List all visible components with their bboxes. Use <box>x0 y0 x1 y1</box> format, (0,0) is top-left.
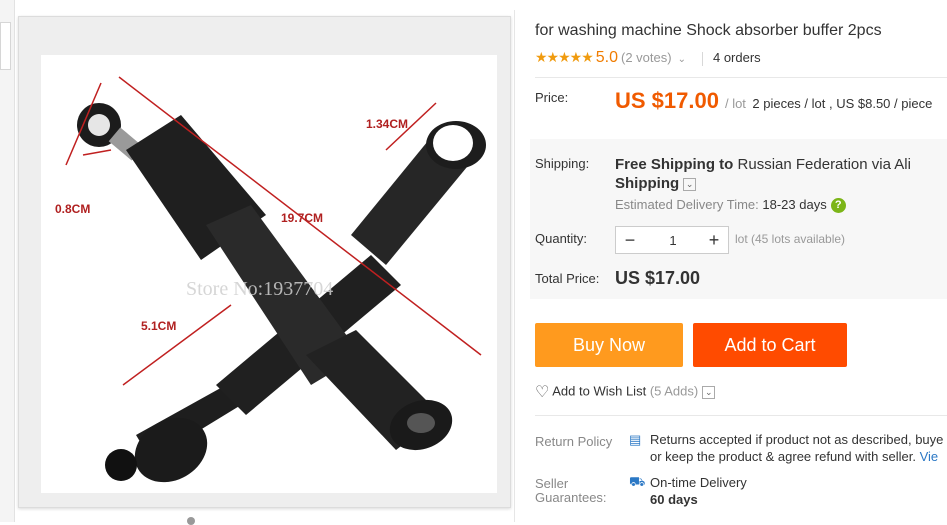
quantity-input[interactable] <box>644 229 702 251</box>
divider <box>535 77 947 78</box>
rating-value: 5.0 <box>595 49 619 66</box>
shipping-method[interactable]: Shipping ⌄ <box>615 175 697 192</box>
quantity-increase-button[interactable]: + <box>700 227 728 253</box>
seller-guarantees-label-2: Guarantees: <box>535 490 607 505</box>
dimension-label: 0.8CM <box>55 202 90 216</box>
delivery-label: Estimated Delivery Time: <box>615 197 759 212</box>
column-divider <box>514 10 515 522</box>
heart-icon[interactable]: ♡ <box>535 384 549 401</box>
votes-link[interactable]: (2 votes) <box>621 50 672 65</box>
wish-list-label[interactable]: Add to Wish List <box>552 383 646 398</box>
dimension-label: 5.1CM <box>141 319 176 333</box>
shipping-info: Free Shipping to Russian Federation via … <box>615 156 911 173</box>
ontime-delivery-text: On-time Delivery <box>650 475 747 490</box>
shipping-destination[interactable]: Russian Federation via Ali <box>738 156 911 173</box>
quantity-decrease-button[interactable]: − <box>616 227 644 253</box>
ontime-delivery-days: 60 days <box>650 492 698 507</box>
rating-stars-icon: ★★★★★ <box>535 49 594 65</box>
quantity-available: lot (45 lots available) <box>735 232 846 246</box>
price-row: US $17.00 / lot 2 pieces / lot , US $8.50… <box>615 88 932 114</box>
return-policy-label: Return Policy <box>535 434 613 449</box>
shipping-label: Shipping: <box>535 156 590 171</box>
gallery-indicator-dot[interactable] <box>187 517 195 525</box>
product-title: for washing machine Shock absorber buffe… <box>535 22 882 39</box>
estimated-delivery: Estimated Delivery Time: 18-23 days? <box>615 197 846 214</box>
price-unit: / lot <box>724 96 746 111</box>
free-shipping-text: Free Shipping to <box>615 156 734 173</box>
gallery-thumbnail[interactable] <box>0 22 11 70</box>
chevron-down-icon[interactable]: ⌄ <box>702 385 716 399</box>
divider <box>535 415 947 416</box>
add-to-cart-button[interactable]: Add to Cart <box>693 323 847 367</box>
total-price-label: Total Price: <box>535 271 600 286</box>
separator <box>701 51 703 66</box>
wish-list-button[interactable]: ♡ Add to Wish List (5 Adds) ⌄ <box>535 382 716 402</box>
return-policy-icon: ▤ <box>629 432 642 447</box>
dimension-label: 19.7CM <box>281 211 323 225</box>
product-image[interactable]: 1.34CM 0.8CM 19.7CM 5.1CM Store No:19377… <box>41 55 497 493</box>
view-details-link[interactable]: Vie <box>920 449 939 464</box>
return-policy-line2: or keep the product & agree refund with … <box>650 449 916 464</box>
wish-count: (5 Adds) <box>649 383 699 399</box>
shock-absorber-illustration: 1.34CM 0.8CM 19.7CM 5.1CM Store No:19377… <box>55 76 486 483</box>
chevron-down-icon[interactable]: ⌄ <box>678 54 686 65</box>
help-icon[interactable]: ? <box>830 198 846 214</box>
rating-row: ★★★★★ 5.0 (2 votes) ⌄ 4 orders <box>535 49 761 69</box>
price-note: 2 pieces / lot , US $8.50 / piece <box>752 96 933 111</box>
buy-now-button[interactable]: Buy Now <box>535 323 683 367</box>
dimension-label: 1.34CM <box>366 117 408 131</box>
price-value: US $17.00 <box>615 88 719 113</box>
quantity-label: Quantity: <box>535 231 588 246</box>
shipping-method-label: Shipping <box>615 175 680 192</box>
gallery-thumbnail-strip <box>0 0 15 522</box>
seller-guarantees-label: Seller <box>535 476 569 491</box>
return-policy-text-2: or keep the product & agree refund with … <box>650 449 938 464</box>
product-image-frame[interactable]: 1.34CM 0.8CM 19.7CM 5.1CM Store No:19377… <box>18 16 511 508</box>
delivery-truck-icon: ⛟ <box>629 474 646 489</box>
price-label: Price: <box>535 90 569 105</box>
chevron-down-icon[interactable]: ⌄ <box>683 177 697 191</box>
quantity-stepper: − + <box>615 226 729 254</box>
return-policy-text: Returns accepted if product not as descr… <box>650 432 944 447</box>
total-price-value: US $17.00 <box>615 268 701 288</box>
delivery-days: 18-23 days <box>762 197 827 212</box>
orders-count: 4 orders <box>712 50 761 65</box>
store-watermark: Store No:1937704 <box>186 278 333 300</box>
